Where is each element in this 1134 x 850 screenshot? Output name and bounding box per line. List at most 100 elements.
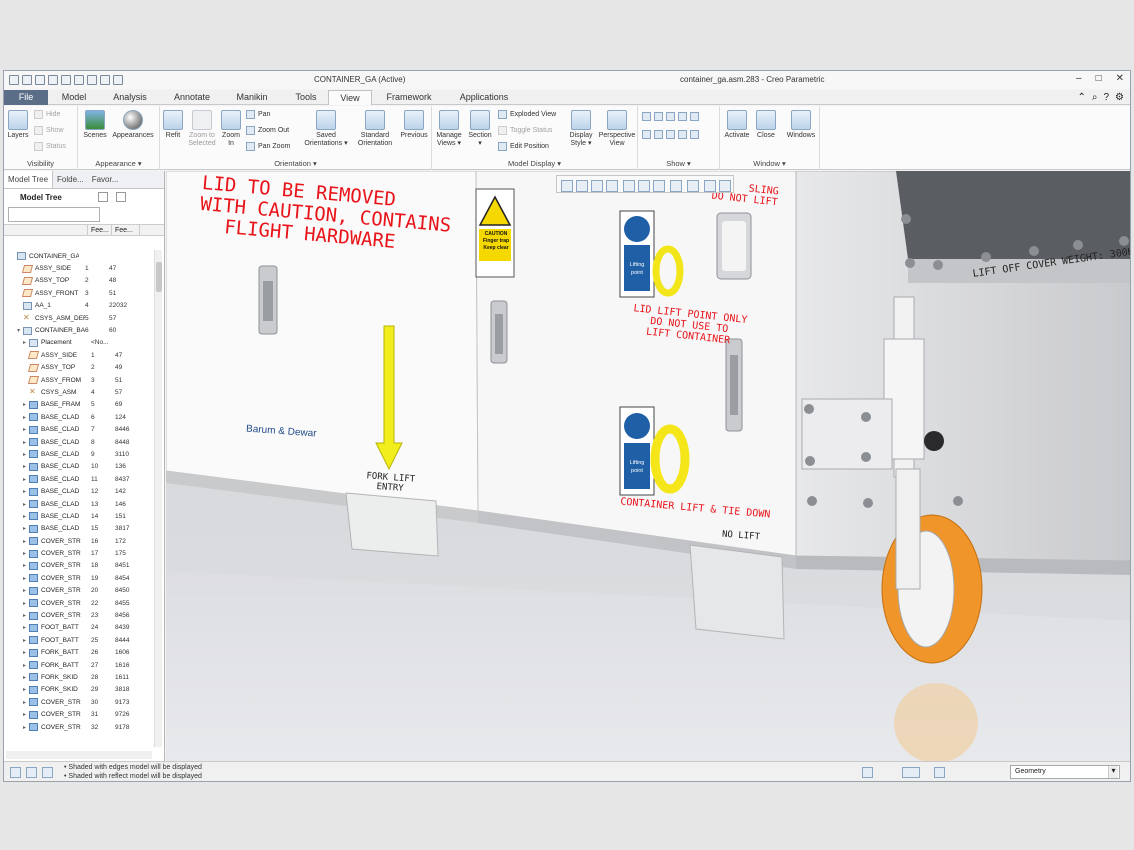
tree-row[interactable]: ▸ FORK_SKID 28 1611 <box>4 671 154 683</box>
perspective-icon[interactable] <box>670 180 682 192</box>
perspective-view-button[interactable]: Perspective View <box>598 110 636 148</box>
saved-orientations-icon[interactable] <box>638 180 650 192</box>
csys-display-icon[interactable] <box>678 112 687 121</box>
tree-row[interactable]: ▸ COVER_STR 32 9178 <box>4 721 154 733</box>
windows-icon[interactable] <box>87 75 97 85</box>
find-icon[interactable] <box>902 767 920 778</box>
appearances-button[interactable]: Appearances <box>110 110 156 140</box>
tree-row[interactable]: ▸ Placement <No... <box>4 337 154 349</box>
pan-button[interactable]: Pan <box>246 110 270 119</box>
tree-expand-icon[interactable]: ▸ <box>20 439 29 446</box>
regenerate-status-icon[interactable] <box>862 767 873 778</box>
toggle-status-button[interactable]: Toggle Status <box>498 126 552 135</box>
tree-expand-icon[interactable]: ▾ <box>14 327 23 334</box>
message-area-icon[interactable] <box>10 767 21 778</box>
tree-row[interactable]: ✕ CSYS_ASM 4 57 <box>4 386 154 398</box>
tree-columns-icon[interactable] <box>115 192 126 202</box>
previous-button[interactable]: Previous <box>398 110 430 140</box>
tree-row[interactable]: CONTAINER_GA.AS <box>4 250 154 262</box>
tree-row[interactable]: ▸ FORK_BATT 27 1616 <box>4 659 154 671</box>
tree-scroll-thumb[interactable] <box>156 262 162 292</box>
spin-center-icon[interactable] <box>704 180 716 192</box>
plane-display-icon[interactable] <box>642 112 651 121</box>
zoom-selected-button[interactable]: Zoom to Selected <box>186 110 218 148</box>
standard-orientation-button[interactable]: Standard Orientation <box>354 110 396 148</box>
tree-expand-icon[interactable]: ▸ <box>20 550 29 557</box>
tree-row[interactable]: ▸ BASE_CLAD 13 146 <box>4 498 154 510</box>
annotation-display-icon[interactable] <box>719 180 731 192</box>
tree-expand-icon[interactable]: ▸ <box>20 711 29 718</box>
tree-column-feat-num[interactable]: Fee... <box>112 225 140 235</box>
edit-position-button[interactable]: Edit Position <box>498 142 549 151</box>
regenerate-icon[interactable] <box>74 75 84 85</box>
search-icon[interactable]: ⌕ <box>1092 92 1098 103</box>
tree-expand-icon[interactable]: ▸ <box>20 686 29 693</box>
undo-icon[interactable] <box>48 75 58 85</box>
tree-row[interactable]: ▸ BASE_CLAD 15 3817 <box>4 523 154 535</box>
view-manager-icon[interactable] <box>653 180 665 192</box>
zoom-in-button[interactable]: Zoom In <box>220 110 242 148</box>
redo-icon[interactable] <box>61 75 71 85</box>
tab-analysis[interactable]: Analysis <box>102 90 158 105</box>
tree-expand-icon[interactable]: ▸ <box>20 674 29 681</box>
tab-manikin[interactable]: Manikin <box>226 90 278 105</box>
tab-model[interactable]: Model <box>50 90 98 105</box>
tree-row[interactable]: ▸ BASE_FRAM 5 69 <box>4 399 154 411</box>
tree-expand-icon[interactable]: ▸ <box>20 562 29 569</box>
tree-row[interactable]: ▸ COVER_STR 30 9173 <box>4 696 154 708</box>
tree-column-feat-id[interactable]: Fee... <box>88 225 112 235</box>
customize-icon[interactable] <box>113 75 123 85</box>
tree-column-name[interactable] <box>4 225 88 235</box>
tab-framework[interactable]: Framework <box>376 90 442 105</box>
scenes-button[interactable]: Scenes <box>82 110 108 140</box>
activate-button[interactable]: Activate <box>722 110 752 140</box>
tree-expand-icon[interactable]: ▸ <box>20 699 29 706</box>
tree-row[interactable]: ▸ COVER_STR 23 8456 <box>4 609 154 621</box>
tree-expand-icon[interactable]: ▸ <box>20 488 29 495</box>
tree-row[interactable]: ▸ FORK_BATT 26 1606 <box>4 647 154 659</box>
navigator-toggle-icon[interactable] <box>26 767 37 778</box>
tree-expand-icon[interactable]: ▸ <box>20 575 29 582</box>
tree-expand-icon[interactable]: ▸ <box>20 401 29 408</box>
tree-expand-icon[interactable]: ▸ <box>20 724 29 731</box>
tree-row[interactable]: ▸ BASE_CLAD 6 124 <box>4 411 154 423</box>
tree-row[interactable]: ▸ COVER_STR 17 175 <box>4 547 154 559</box>
close-window-icon[interactable] <box>100 75 110 85</box>
tree-expand-icon[interactable]: ▸ <box>20 463 29 470</box>
tab-annotate[interactable]: Annotate <box>164 90 220 105</box>
tree-row[interactable]: ▸ FORK_SKID 29 3818 <box>4 684 154 696</box>
tree-expand-icon[interactable]: ▸ <box>20 637 29 644</box>
section-button[interactable]: Section ▾ <box>466 110 494 148</box>
point-tag-icon[interactable] <box>666 130 675 139</box>
refit-icon[interactable] <box>561 180 573 192</box>
windows-button[interactable]: Windows <box>784 110 818 140</box>
browser-toggle-icon[interactable] <box>42 767 53 778</box>
tab-view[interactable]: View <box>328 90 372 105</box>
zoom-out-button[interactable]: Zoom Out <box>246 126 289 135</box>
tree-row[interactable]: ▸ COVER_STR 20 8450 <box>4 585 154 597</box>
tree-expand-icon[interactable]: ▸ <box>20 587 29 594</box>
axis-display-icon[interactable] <box>654 112 663 121</box>
tree-row[interactable]: ▸ BASE_CLAD 10 136 <box>4 461 154 473</box>
tree-row[interactable]: ▸ COVER_STR 19 8454 <box>4 572 154 584</box>
exploded-view-button[interactable]: Exploded View <box>498 110 556 119</box>
selection-icon[interactable] <box>934 767 945 778</box>
maximize-icon[interactable]: □ <box>1096 73 1102 84</box>
tree-row[interactable]: ▸ BASE_CLAD 14 151 <box>4 510 154 522</box>
tab-tools[interactable]: Tools <box>284 90 328 105</box>
tree-search-input[interactable] <box>8 207 100 222</box>
tree-expand-icon[interactable]: ▸ <box>20 501 29 508</box>
pan-zoom-button[interactable]: Pan Zoom <box>246 142 290 151</box>
layers-button[interactable]: Layers <box>6 110 30 140</box>
tree-row[interactable]: ASSY_TOP 2 48 <box>4 275 154 287</box>
minimize-ribbon-icon[interactable]: ⌃ <box>1077 92 1085 103</box>
tree-expand-icon[interactable]: ▸ <box>20 426 29 433</box>
tree-row[interactable]: ASSY_TOP 2 49 <box>4 362 154 374</box>
tree-expand-icon[interactable]: ▸ <box>20 451 29 458</box>
tree-row[interactable]: ASSY_FROM 3 51 <box>4 374 154 386</box>
tree-expand-icon[interactable]: ▸ <box>20 538 29 545</box>
tab-folder-browser[interactable]: Folde... <box>53 171 88 188</box>
minimize-icon[interactable]: – <box>1076 73 1082 84</box>
new-icon[interactable] <box>9 75 19 85</box>
tree-horizontal-scrollbar[interactable] <box>6 751 152 759</box>
